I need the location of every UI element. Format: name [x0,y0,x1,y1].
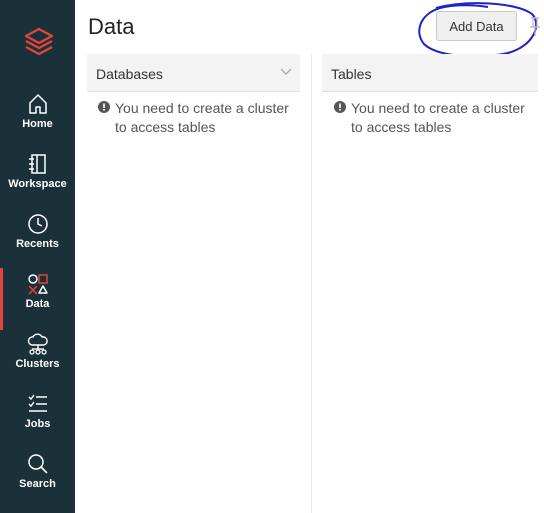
search-icon [27,454,48,474]
sidebar-item-label: Search [19,478,56,490]
exclamation-circle-icon [334,101,346,113]
databricks-logo-icon[interactable] [24,26,54,58]
checklist-icon [28,394,47,412]
sidebar-item-label: Home [22,118,53,130]
pin-icon[interactable] [529,16,541,38]
workspace-icon [28,154,46,174]
chevron-down-icon[interactable] [280,68,292,76]
sidebar-item-home[interactable]: Home [0,92,75,148]
sidebar-item-label: Workspace [8,178,67,190]
exclamation-circle-icon [98,101,110,113]
databases-empty-message: You need to create a cluster to access t… [98,99,298,137]
sidebar-item-label: Clusters [15,358,60,370]
tables-message-text: You need to create a cluster to access t… [351,100,525,135]
panel-divider [311,54,312,513]
sidebar-item-clusters[interactable]: Clusters [0,332,75,388]
tables-panel-header: Tables [322,54,538,92]
data-icon [27,274,48,295]
sidebar-item-recents[interactable]: Recents [0,212,75,268]
sidebar-item-jobs[interactable]: Jobs [0,392,75,448]
tables-empty-message: You need to create a cluster to access t… [334,99,534,137]
databases-panel-header[interactable]: Databases [87,54,300,92]
page-title: Data [88,14,135,39]
cloud-cluster-icon [27,333,48,355]
sidebar-item-label: Recents [16,238,59,250]
databases-title: Databases [96,66,163,82]
sidebar-item-workspace[interactable]: Workspace [0,152,75,208]
sidebar-item-data[interactable]: Data [0,268,75,330]
sidebar-item-label: Data [25,298,50,310]
sidebar-item-search[interactable]: Search [0,452,75,508]
tables-title: Tables [331,66,372,82]
sidebar: Home Workspace Recents Data Clusters Job… [0,0,75,513]
clock-icon [27,214,48,234]
databases-message-text: You need to create a cluster to access t… [115,100,289,135]
add-data-button[interactable]: Add Data [436,11,517,41]
sidebar-item-label: Jobs [24,418,51,430]
home-icon [28,94,47,114]
